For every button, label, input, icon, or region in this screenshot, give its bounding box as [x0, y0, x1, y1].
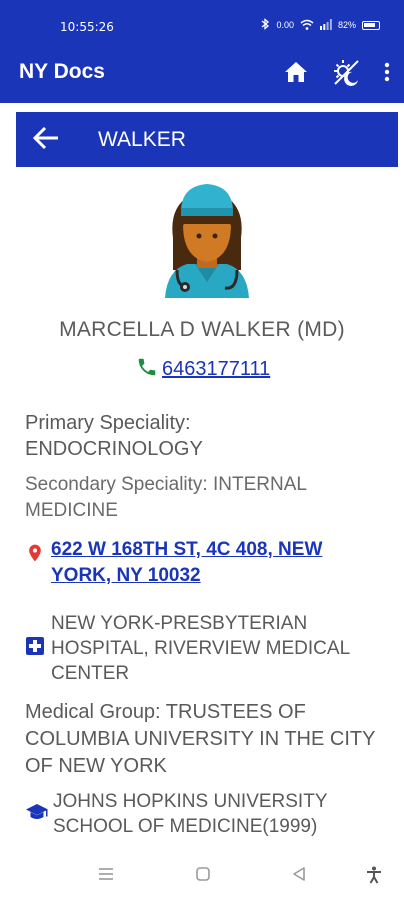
home-icon[interactable]: [284, 61, 308, 88]
app-title: NY Docs: [19, 60, 105, 83]
secondary-speciality: Secondary Speciality: INTERNAL MEDICINE: [25, 474, 307, 521]
hospital-icon: [25, 636, 45, 661]
battery-icon: [362, 20, 380, 30]
more-vert-icon[interactable]: [384, 62, 390, 87]
phone-icon: [136, 356, 158, 383]
graduation-cap-icon: [25, 802, 49, 827]
school-name: JOHNS HOPKINS UNIVERSITY SCHOOL OF MEDIC…: [53, 791, 328, 837]
hospital-name: NEW YORK-PRESBYTERIAN HOSPITAL, RIVERVIE…: [51, 613, 350, 684]
app-bar-actions: [284, 58, 390, 91]
medical-group: Medical Group: TRUSTEES OF COLUMBIA UNIV…: [25, 701, 376, 777]
system-nav-bar: [0, 860, 404, 900]
phone-row: 6463177111: [136, 356, 270, 383]
hospital-row: NEW YORK-PRESBYTERIAN HOSPITAL, RIVERVIE…: [25, 611, 400, 686]
net-speed: 0.00: [276, 20, 294, 30]
detail-title: WALKER: [98, 128, 186, 151]
primary-speciality-label: Primary Speciality:: [25, 412, 191, 434]
detail-header: WALKER: [16, 112, 398, 167]
wifi-icon: [300, 19, 314, 32]
address-link[interactable]: 622 W 168TH ST, 4C 408, NEW YORK, NY 100…: [51, 537, 385, 589]
primary-speciality-value: ENDOCRINOLOGY: [25, 438, 203, 460]
primary-speciality: Primary Speciality: ENDOCRINOLOGY: [25, 410, 385, 462]
phone-link[interactable]: 6463177111: [162, 358, 270, 381]
status-time: 10:55:26: [60, 20, 114, 34]
back-arrow-icon[interactable]: [32, 125, 60, 156]
menu-icon[interactable]: [97, 866, 115, 887]
bluetooth-icon: [261, 18, 270, 32]
school-row: JOHNS HOPKINS UNIVERSITY SCHOOL OF MEDIC…: [25, 789, 385, 839]
theme-toggle-icon[interactable]: [332, 58, 360, 91]
top-app-bar: 10:55:26 0.00 82% NY Docs: [0, 0, 404, 103]
signal-icon: [319, 18, 332, 32]
doctor-avatar: [159, 178, 255, 298]
status-icons: 0.00 82%: [261, 18, 380, 32]
location-pin-icon: [25, 542, 45, 589]
back-nav-icon[interactable]: [291, 866, 307, 887]
battery-text: 82%: [337, 20, 356, 30]
home-nav-icon[interactable]: [195, 866, 211, 887]
address-row: 622 W 168TH ST, 4C 408, NEW YORK, NY 100…: [25, 537, 385, 589]
accessibility-icon[interactable]: [366, 866, 382, 889]
status-bar: 10:55:26 0.00 82%: [0, 0, 404, 52]
doctor-name: MARCELLA D WALKER (MD): [59, 318, 345, 341]
